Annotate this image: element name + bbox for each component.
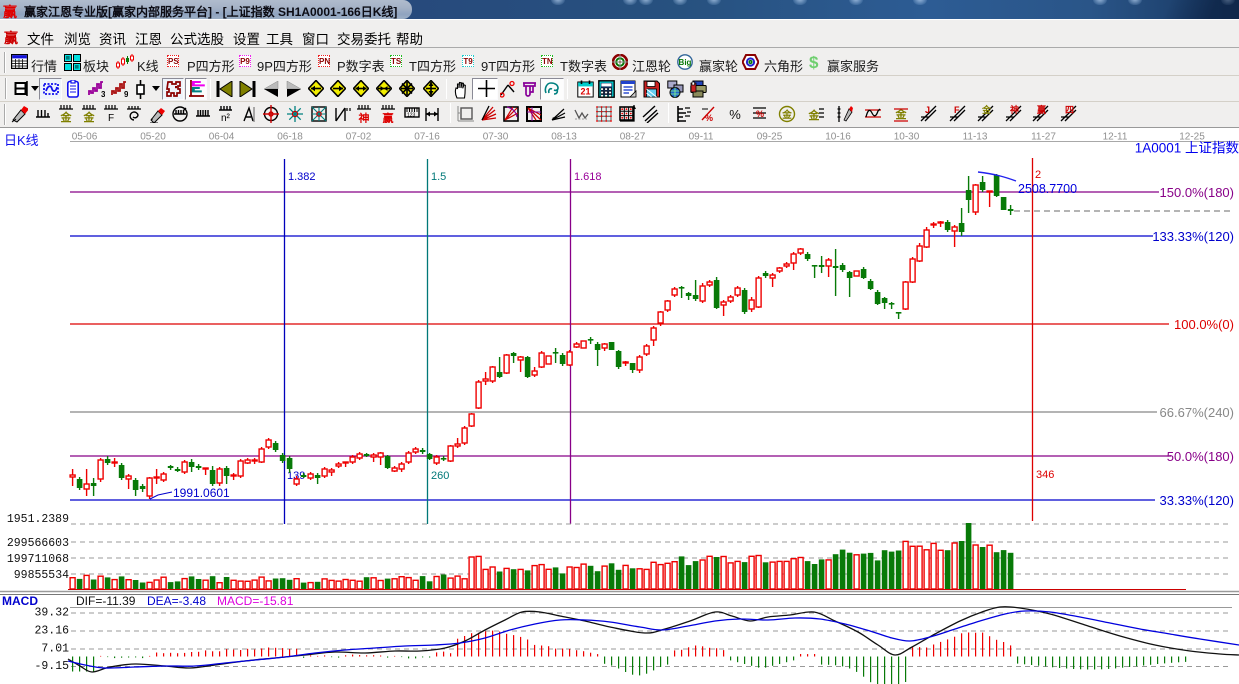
svg-text:33.33%(120): 33.33%(120) <box>1160 493 1234 508</box>
svg-text:100.0%(0): 100.0%(0) <box>1174 317 1234 332</box>
svg-text:07-02: 07-02 <box>346 132 372 143</box>
svg-text:06-04: 06-04 <box>209 132 235 143</box>
svg-text:日K线: 日K线 <box>4 133 39 148</box>
svg-text:346: 346 <box>1036 469 1054 481</box>
svg-text:23.16: 23.16 <box>34 625 69 638</box>
svg-text:MACD=-15.81: MACD=-15.81 <box>217 594 294 608</box>
svg-text:1.5: 1.5 <box>431 171 446 183</box>
svg-text:1.382: 1.382 <box>288 171 316 183</box>
svg-text:2508.7700: 2508.7700 <box>1018 182 1077 196</box>
svg-text:66.67%(240): 66.67%(240) <box>1160 405 1234 420</box>
svg-text:50.0%(180): 50.0%(180) <box>1167 449 1234 464</box>
svg-text:-9.15: -9.15 <box>34 660 69 673</box>
svg-text:133.33%(120): 133.33%(120) <box>1152 229 1234 244</box>
svg-text:150.0%(180): 150.0%(180) <box>1160 185 1234 200</box>
svg-text:10-30: 10-30 <box>894 132 920 143</box>
svg-text:12-11: 12-11 <box>1103 132 1128 143</box>
svg-text:07-30: 07-30 <box>483 132 509 143</box>
svg-text:06-18: 06-18 <box>277 132 303 143</box>
svg-text:7.01: 7.01 <box>41 643 69 656</box>
svg-text:11-27: 11-27 <box>1031 132 1056 143</box>
svg-text:DEA=-3.48: DEA=-3.48 <box>147 594 206 608</box>
svg-text:07-16: 07-16 <box>414 132 440 143</box>
svg-text:1.618: 1.618 <box>574 171 602 183</box>
svg-text:05-06: 05-06 <box>72 132 98 143</box>
svg-text:MACD: MACD <box>2 594 38 608</box>
svg-text:1A0001 上证指数: 1A0001 上证指数 <box>1135 141 1239 156</box>
svg-text:DIF=-11.39: DIF=-11.39 <box>76 594 136 608</box>
svg-text:199711068: 199711068 <box>7 553 69 566</box>
svg-text:10-16: 10-16 <box>825 132 851 143</box>
svg-text:39.32: 39.32 <box>34 607 69 620</box>
svg-text:299566603: 299566603 <box>7 537 69 550</box>
svg-text:1951.2389: 1951.2389 <box>7 513 69 526</box>
svg-text:99855534: 99855534 <box>14 569 69 582</box>
svg-text:08-27: 08-27 <box>620 132 646 143</box>
svg-text:09-11: 09-11 <box>689 132 714 143</box>
svg-text:05-20: 05-20 <box>140 132 166 143</box>
svg-text:09-25: 09-25 <box>757 132 783 143</box>
svg-text:2: 2 <box>1035 169 1041 181</box>
svg-text:1991.0601: 1991.0601 <box>173 486 230 500</box>
svg-text:08-13: 08-13 <box>551 132 577 143</box>
svg-text:11-13: 11-13 <box>963 132 988 143</box>
svg-text:260: 260 <box>431 470 449 482</box>
